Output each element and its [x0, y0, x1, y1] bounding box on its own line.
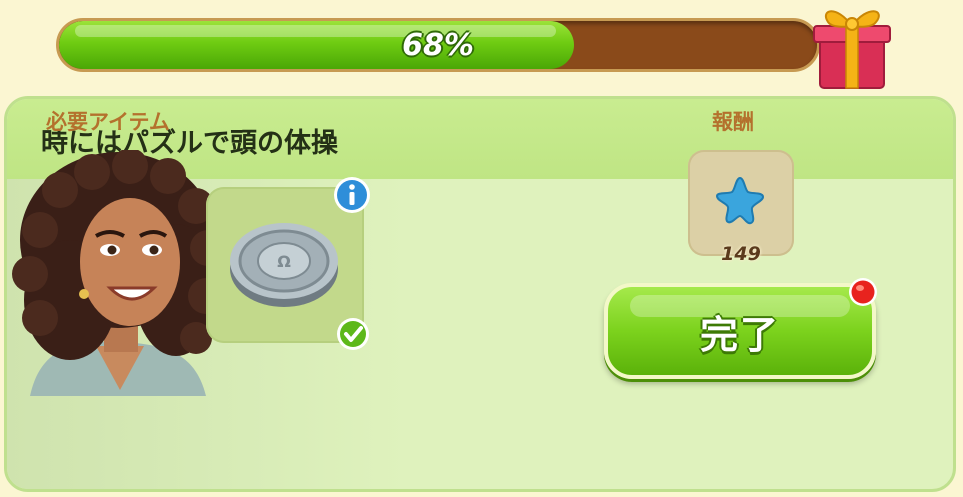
reward-count: 149	[721, 243, 761, 265]
gift-box-icon[interactable]	[806, 0, 898, 92]
notification-dot-icon	[849, 278, 877, 306]
character-portrait	[12, 150, 226, 396]
blue-star-icon	[715, 176, 765, 225]
complete-button[interactable]: 完了	[604, 283, 876, 379]
checkmark-icon	[337, 318, 369, 350]
reward-label: 報酬	[712, 110, 754, 134]
progress-percent-label: 68%	[402, 27, 474, 63]
info-icon[interactable]	[332, 175, 372, 215]
complete-button-label: 完了	[699, 312, 780, 357]
svg-text:Ω: Ω	[277, 252, 291, 271]
reward-card[interactable]	[688, 150, 794, 256]
required-items-label: 必要アイテム	[46, 110, 170, 134]
required-item-card[interactable]: Ω	[206, 177, 370, 350]
silver-coin-icon: Ω	[230, 223, 338, 307]
